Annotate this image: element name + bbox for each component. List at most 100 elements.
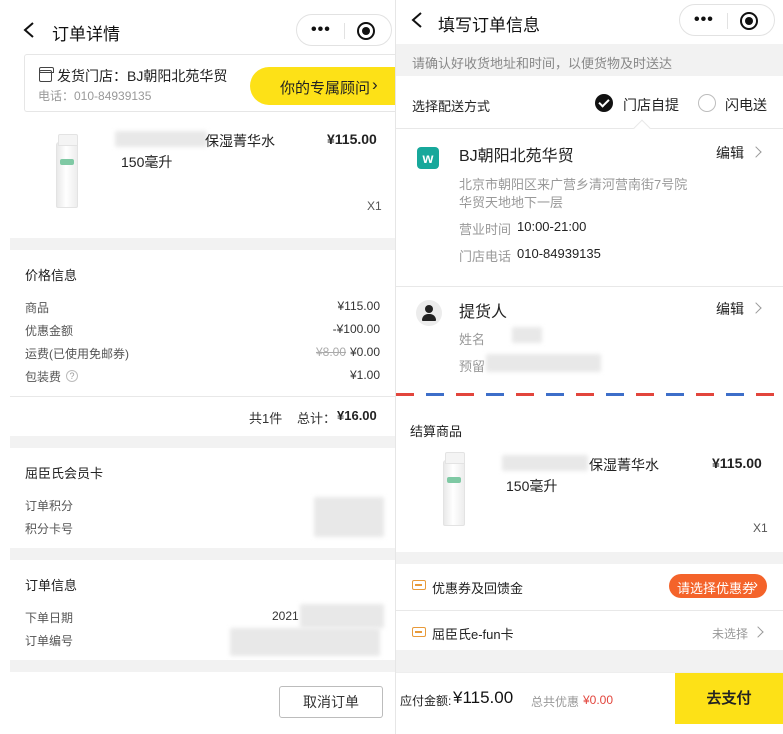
shipping-original-price: ¥8.00: [316, 345, 347, 359]
order-number-redacted: [230, 628, 380, 656]
product-image: [56, 134, 78, 208]
product-name: 保湿菁华水: [205, 133, 275, 149]
checkout-product-name: 保湿菁华水: [589, 457, 659, 473]
product-name-redacted: [502, 455, 588, 471]
divider: [396, 128, 783, 129]
store-phone: 电话：010-84939135: [38, 89, 152, 103]
person-avatar-icon: [416, 300, 442, 326]
store-icon: [39, 67, 54, 82]
divider: [10, 396, 396, 397]
efun-value[interactable]: 未选择: [712, 625, 748, 642]
notice-text: 请确认好收货地址和时间，以便货物及时送达: [412, 56, 673, 71]
store-hours-label: 营业时间: [459, 222, 512, 237]
section-separator: [10, 436, 396, 448]
efun-card-icon: [412, 627, 426, 637]
advisor-arrow-icon: ›: [372, 75, 378, 94]
more-dots-icon[interactable]: •••: [311, 22, 331, 38]
advisor-button[interactable]: 你的专属顾问 ›: [250, 67, 396, 105]
watsons-logo-icon: w: [417, 147, 439, 169]
price-row-label: 商品: [25, 301, 50, 315]
order-points-label: 订单积分: [25, 499, 74, 513]
store-hours-value: 10:00-21:00: [517, 219, 587, 234]
fill-order-screen: 填写订单信息 ••• 请确认好收货地址和时间，以便货物及时送达 选择配送方式 门…: [396, 0, 783, 734]
coupon-icon: [412, 580, 426, 590]
price-row-value: ¥115.00: [337, 299, 381, 313]
chevron-right-icon[interactable]: [752, 626, 764, 638]
select-coupon-label: 请选择优惠券: [677, 581, 756, 596]
cancel-order-button[interactable]: 取消订单: [279, 686, 383, 718]
pay-amount: ¥115.00: [453, 688, 514, 707]
coupon-arrow-icon: ›: [753, 576, 758, 593]
store-edit-button[interactable]: 编辑: [716, 143, 744, 163]
close-target-icon[interactable]: [357, 22, 375, 40]
summary-total: ¥16.00: [337, 408, 377, 423]
price-row-label: 运费(已使用免邮券): [25, 347, 129, 361]
product-qty: X1: [367, 199, 382, 213]
price-row-label: 包装费: [25, 370, 62, 384]
product-image: [443, 452, 465, 526]
store-phone-value: 010-84939135: [517, 246, 601, 261]
radio-pickup-checked-icon[interactable]: [595, 94, 613, 112]
order-date-label: 下单日期: [25, 611, 74, 625]
section-separator: [10, 660, 396, 672]
checkout-product-price: ¥115.00: [712, 455, 762, 471]
section-separator: [10, 238, 396, 250]
store-address-line1: 北京市朝阳区来广营乡清河营南街7号院: [459, 177, 688, 192]
capsule-divider: [344, 23, 345, 39]
back-arrow-icon[interactable]: [410, 12, 426, 28]
mini-program-capsule[interactable]: •••: [679, 4, 775, 36]
pay-button[interactable]: 去支付: [675, 673, 783, 724]
pickup-reserve-label: 预留: [459, 359, 486, 374]
store-label: 发货门店：BJ朝阳北苑华贸: [57, 68, 228, 84]
price-row-value: ¥0.00: [349, 345, 380, 359]
order-date-redacted: [300, 604, 384, 628]
member-info-redacted: [314, 497, 384, 537]
option-store-pickup[interactable]: 门店自提: [623, 95, 679, 115]
divider: [396, 610, 783, 611]
pickup-name-label: 姓名: [459, 332, 486, 347]
capsule-divider: [727, 13, 728, 29]
pickup-edit-button[interactable]: 编辑: [716, 299, 744, 319]
discount-label: 总共优惠: [531, 695, 580, 709]
pickup-person-title: 提货人: [459, 304, 508, 321]
member-section-title: 屈臣氏会员卡: [25, 466, 104, 481]
order-number-label: 订单编号: [25, 634, 74, 648]
product-name-redacted: [115, 131, 207, 147]
option-flash-delivery[interactable]: 闪电送: [725, 95, 767, 115]
selection-caret: [633, 119, 651, 137]
store-phone-label: 门店电话: [459, 249, 512, 264]
chevron-right-icon[interactable]: [750, 302, 762, 314]
chevron-right-icon[interactable]: [750, 146, 762, 158]
efun-label: 屈臣氏e-fun卡: [432, 627, 514, 642]
checkout-title: 结算商品: [410, 424, 463, 439]
close-target-icon[interactable]: [740, 12, 758, 30]
price-row-label: 优惠金额: [25, 324, 74, 338]
help-icon[interactable]: ?: [66, 370, 78, 382]
store-name: BJ朝阳北苑华贸: [459, 148, 574, 165]
discount-amount: ¥0.00: [583, 693, 614, 707]
section-separator: [396, 650, 783, 672]
product-price: ¥115.00: [327, 131, 377, 147]
page-title: 填写订单信息: [438, 16, 540, 35]
price-row-value: ¥1.00: [349, 368, 380, 382]
advisor-button-label: 你的专属顾问: [280, 80, 371, 97]
checkout-product-size: 150毫升: [506, 478, 558, 494]
radio-flash-icon[interactable]: [698, 94, 716, 112]
more-dots-icon[interactable]: •••: [694, 12, 714, 28]
checkout-product-qty: X1: [753, 521, 768, 535]
coupon-label: 优惠券及回馈金: [432, 581, 524, 596]
divider: [396, 286, 783, 287]
order-date-value: 2021: [272, 609, 299, 623]
delivery-method-label: 选择配送方式: [412, 99, 491, 114]
select-coupon-button[interactable]: 请选择优惠券 ›: [669, 574, 767, 598]
back-arrow-icon[interactable]: [22, 22, 38, 38]
mini-program-capsule[interactable]: •••: [296, 14, 392, 46]
order-section-title: 订单信息: [25, 578, 78, 593]
product-size: 150毫升: [121, 154, 173, 170]
pickup-name-redacted: [512, 327, 542, 343]
order-detail-screen: 订单详情 ••• 发货门店：BJ朝阳北苑华贸 电话：010-84939135 你…: [0, 0, 396, 734]
summary-count: 共1件: [249, 411, 283, 426]
pickup-phone-redacted: [486, 354, 601, 372]
price-row-value: -¥100.00: [332, 322, 380, 336]
page-title: 订单详情: [52, 25, 120, 44]
